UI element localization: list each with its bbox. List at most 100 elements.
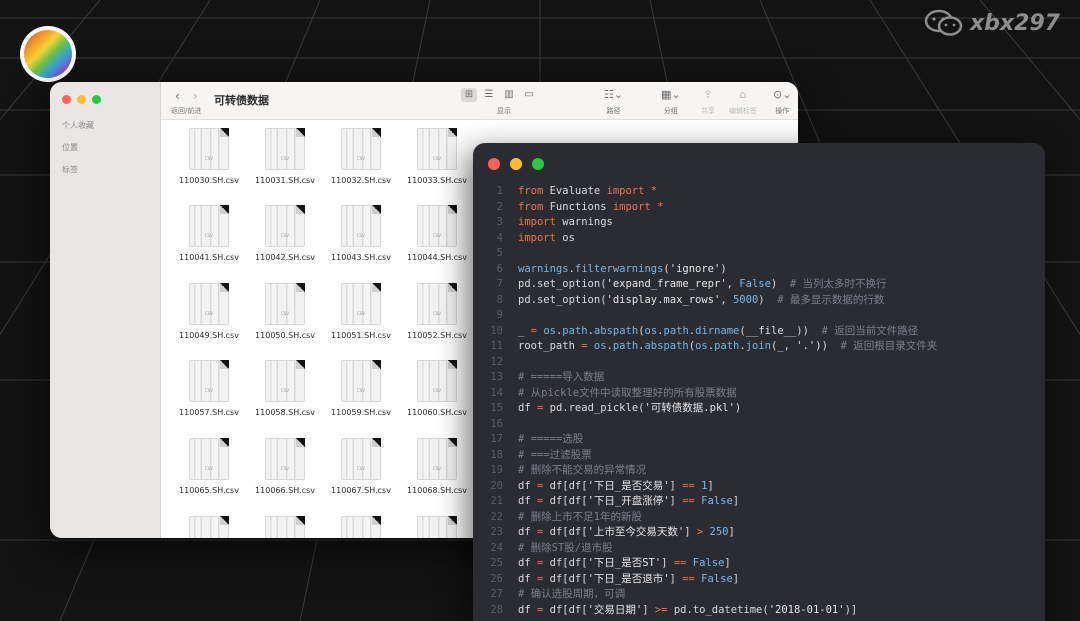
file-item[interactable]: CSV 110049.SH.csv: [171, 283, 247, 340]
code-line: 26 df = df[df['下日_是否退市'] == False]: [473, 572, 1045, 588]
group-button[interactable]: ▦⌄ 分组: [661, 88, 681, 116]
finder-toolbar: ‹ › 返回/前进 可转债数据 ⊞ ☰ ▥ ▭ 显示 ☷⌄ 路径 ▦⌄ 分组 ⇪…: [161, 82, 798, 120]
zoom-button[interactable]: [92, 95, 101, 104]
edit-tags-button[interactable]: ⌂ 编辑标签: [729, 88, 757, 116]
code-line: 6 warnings.filterwarnings('ignore'): [473, 262, 1045, 278]
file-item[interactable]: CSV 110041.SH.csv: [171, 205, 247, 262]
csv-file-icon: CSV: [341, 438, 381, 480]
line-number: 27: [490, 588, 503, 600]
file-item-partial[interactable]: [171, 516, 247, 538]
icon-view-icon[interactable]: ⊞: [461, 88, 477, 102]
code-text: df = df[df['上市至今交易天数'] > 250]: [518, 526, 735, 538]
line-number: 10: [490, 324, 503, 337]
sidebar-section-tags[interactable]: 标签: [62, 164, 78, 175]
file-name: 110030.SH.csv: [179, 176, 239, 185]
csv-file-icon: CSV: [417, 360, 457, 402]
code-line: 7 pd.set_option('expand_frame_repr', Fals…: [473, 277, 1045, 293]
csv-file-icon: CSV: [265, 360, 305, 402]
line-number: 24: [490, 541, 503, 554]
line-number: 25: [490, 557, 503, 569]
code-line: 13 # =====导入数据: [473, 370, 1045, 386]
csv-file-icon: CSV: [189, 438, 229, 480]
file-item[interactable]: CSV 110031.SH.csv: [247, 128, 323, 185]
file-item[interactable]: CSV 110068.SH.csv: [399, 438, 475, 495]
file-icon-tag: CSV: [280, 156, 290, 161]
sidebar-section-locations[interactable]: 位置: [62, 142, 78, 153]
action-button[interactable]: ⊙⌄ 操作: [773, 88, 791, 116]
column-view-icon[interactable]: ▥: [501, 88, 517, 102]
line-number: 21: [490, 495, 503, 507]
code-line: 17 # =====选股: [473, 432, 1045, 448]
file-item[interactable]: CSV 110033.SH.csv: [399, 128, 475, 185]
line-number: 17: [490, 433, 503, 445]
file-item[interactable]: CSV 110042.SH.csv: [247, 205, 323, 262]
csv-file-icon: CSV: [265, 438, 305, 480]
file-item[interactable]: CSV 110060.SH.csv: [399, 360, 475, 417]
rainbow-logo-icon: [24, 30, 72, 78]
minimize-button[interactable]: [77, 95, 86, 104]
back-chevron-icon[interactable]: ‹: [175, 89, 180, 103]
code-text: df = df[df['交易日期'] >= pd.to_datetime('20…: [518, 603, 858, 616]
list-view-icon[interactable]: ☰: [481, 88, 497, 102]
file-item[interactable]: CSV 110059.SH.csv: [323, 360, 399, 417]
code-line: 4 import os: [473, 231, 1045, 247]
file-item[interactable]: CSV 110066.SH.csv: [247, 438, 323, 495]
file-name: 110067.SH.csv: [331, 486, 391, 495]
file-icon-tag: CSV: [432, 311, 442, 316]
file-name: 110049.SH.csv: [179, 331, 239, 340]
file-item-partial[interactable]: [247, 516, 323, 538]
code-text: from Functions import *: [518, 200, 664, 213]
view-label: 显示: [497, 107, 511, 115]
file-item[interactable]: CSV 110043.SH.csv: [323, 205, 399, 262]
file-icon-tag: CSV: [356, 156, 366, 161]
code-line: 19 # 删除不能交易的异常情况: [473, 463, 1045, 479]
file-icon-tag: CSV: [280, 311, 290, 316]
code-line: 12: [473, 355, 1045, 371]
close-button[interactable]: [62, 95, 71, 104]
file-item[interactable]: CSV 110067.SH.csv: [323, 438, 399, 495]
code-area[interactable]: 1 from Evaluate import * 2 from Functions i…: [473, 184, 1045, 618]
file-item[interactable]: CSV 110032.SH.csv: [323, 128, 399, 185]
file-item-partial[interactable]: [399, 516, 475, 538]
file-item[interactable]: CSV 110058.SH.csv: [247, 360, 323, 417]
csv-file-icon: [189, 516, 229, 538]
code-text: from Evaluate import *: [518, 185, 658, 197]
code-line: 20 df = df[df['下日_是否交易'] == 1]: [473, 479, 1045, 495]
code-line: 2 from Functions import *: [473, 200, 1045, 216]
line-number: 18: [490, 448, 503, 461]
file-name: 110041.SH.csv: [179, 253, 239, 262]
file-item[interactable]: CSV 110051.SH.csv: [323, 283, 399, 340]
forward-chevron-icon[interactable]: ›: [193, 89, 198, 103]
file-item[interactable]: CSV 110052.SH.csv: [399, 283, 475, 340]
code-text: df = df[df['下日_是否交易'] == 1]: [518, 479, 714, 492]
file-item[interactable]: CSV 110030.SH.csv: [171, 128, 247, 185]
editor-zoom-button[interactable]: [532, 158, 544, 170]
csv-file-icon: CSV: [341, 360, 381, 402]
file-item[interactable]: CSV 110050.SH.csv: [247, 283, 323, 340]
code-text: pd.set_option('expand_frame_repr', False…: [518, 278, 887, 290]
file-item[interactable]: CSV 110065.SH.csv: [171, 438, 247, 495]
share-button[interactable]: ⇪ 共享: [701, 88, 715, 116]
csv-file-icon: CSV: [417, 438, 457, 480]
file-item[interactable]: CSV 110044.SH.csv: [399, 205, 475, 262]
csv-file-icon: CSV: [265, 205, 305, 247]
editor-window-controls: [488, 158, 544, 170]
ellipsis-circle-icon: ⊙⌄: [773, 88, 792, 101]
sidebar-section-favorites[interactable]: 个人收藏: [62, 120, 94, 131]
code-text: import warnings: [518, 216, 613, 228]
line-number: 28: [490, 603, 503, 616]
file-item[interactable]: CSV 110057.SH.csv: [171, 360, 247, 417]
line-number: 14: [490, 386, 503, 399]
file-item-partial[interactable]: [323, 516, 399, 538]
path-button[interactable]: ☷⌄ 路径: [604, 88, 623, 116]
editor-close-button[interactable]: [488, 158, 500, 170]
file-name: 110057.SH.csv: [179, 408, 239, 417]
file-icon-tag: CSV: [204, 388, 214, 393]
editor-minimize-button[interactable]: [510, 158, 522, 170]
finder-sidebar: 个人收藏 位置 标签: [50, 82, 161, 538]
line-number: 8: [496, 293, 503, 306]
wechat-icon: [924, 9, 963, 36]
gallery-view-icon[interactable]: ▭: [521, 88, 537, 102]
file-name: 110042.SH.csv: [255, 253, 315, 262]
csv-file-icon: CSV: [417, 283, 457, 325]
